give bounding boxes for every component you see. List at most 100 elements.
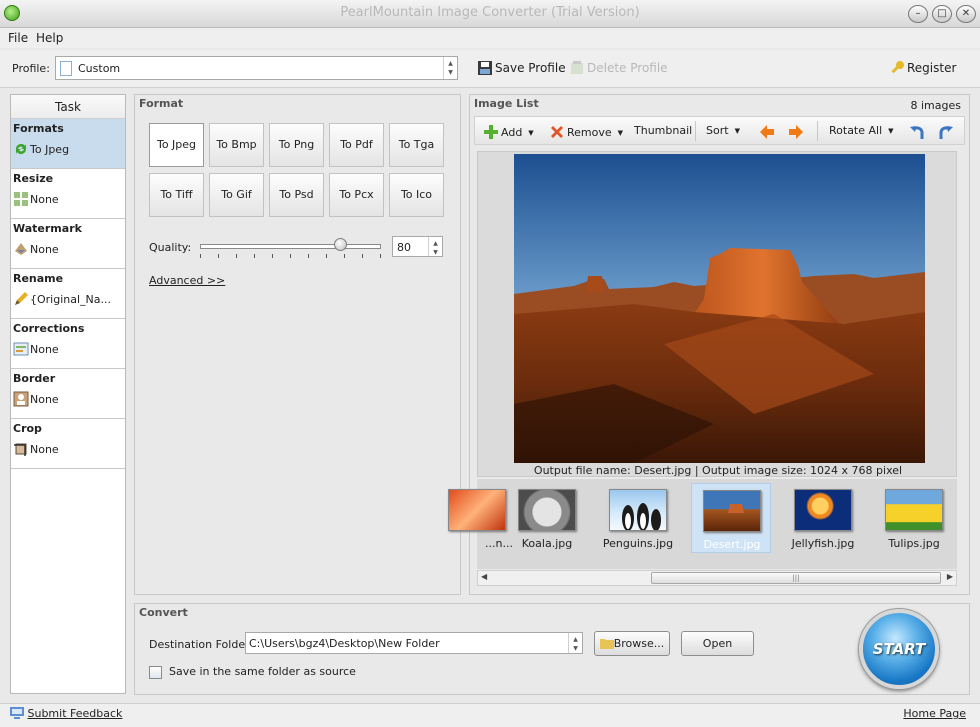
add-button[interactable]: Add ▼ xyxy=(483,124,534,140)
submit-feedback-link[interactable]: Submit Feedback xyxy=(28,707,123,720)
pencil-icon xyxy=(15,292,28,305)
horizontal-scrollbar[interactable]: ◀ ||| ▶ xyxy=(477,570,957,586)
rotate-left-button[interactable] xyxy=(909,124,925,143)
to-tga-button[interactable]: To Tga xyxy=(389,123,444,167)
image-list-panel: Image List 8 images Add ▼ Remove ▼ Thumbna… xyxy=(448,94,970,595)
task-crop[interactable]: Crop None xyxy=(11,419,125,469)
start-button[interactable]: START xyxy=(859,609,939,689)
window-title: PearlMountain Image Converter (Trial Ver… xyxy=(340,5,640,20)
submit-feedback[interactable]: Submit Feedback xyxy=(10,707,122,720)
thumbnail-item-selected[interactable]: Desert.jpg xyxy=(691,483,771,553)
task-name: Resize xyxy=(13,172,54,185)
profile-spin[interactable]: ▲ ▼ xyxy=(443,57,457,79)
advanced-link[interactable]: Advanced >> xyxy=(149,274,225,287)
thumbnail-button[interactable]: Thumbnail xyxy=(634,124,692,137)
save-profile-button[interactable]: Save Profile xyxy=(477,60,566,76)
minimize-button[interactable]: – xyxy=(908,5,928,23)
quality-spin[interactable]: ▲ ▼ xyxy=(428,237,442,256)
task-value: None xyxy=(30,193,59,206)
thumbnail-item[interactable]: Jellyfish.jpg xyxy=(783,483,863,553)
profile-value: Custom xyxy=(78,62,121,75)
task-name: Crop xyxy=(13,422,42,435)
document-icon xyxy=(60,61,72,76)
delete-profile-button[interactable]: Delete Profile xyxy=(569,60,668,76)
home-page[interactable]: Home Page xyxy=(903,707,966,720)
sort-button[interactable]: Sort ▼ xyxy=(706,124,740,137)
same-folder-checkbox[interactable] xyxy=(149,666,162,679)
menu-file[interactable]: File xyxy=(8,31,28,45)
to-pdf-button[interactable]: To Pdf xyxy=(329,123,384,167)
output-caption: Output file name: Desert.jpg | Output im… xyxy=(533,464,903,477)
to-psd-button[interactable]: To Psd xyxy=(269,173,324,217)
to-tiff-button[interactable]: To Tiff xyxy=(149,173,204,217)
thumbnail-item[interactable]: Koala.jpg xyxy=(507,483,587,553)
task-corrections[interactable]: Corrections None xyxy=(11,319,125,369)
task-value: None xyxy=(30,243,59,256)
menu-help[interactable]: Help xyxy=(36,31,63,45)
start-label: START xyxy=(872,640,926,658)
remove-button[interactable]: Remove ▼ xyxy=(549,124,623,140)
task-name: Rename xyxy=(13,272,64,285)
task-border[interactable]: Border None xyxy=(11,369,125,419)
move-left-button[interactable] xyxy=(759,124,775,143)
quality-value: 80 xyxy=(397,241,411,254)
task-header: Task xyxy=(11,95,125,119)
open-button[interactable]: Open xyxy=(681,631,754,656)
task-watermark[interactable]: Watermark None xyxy=(11,219,125,269)
quality-input[interactable]: 80 ▲ ▼ xyxy=(392,236,443,257)
home-page-link[interactable]: Home Page xyxy=(903,707,966,720)
profile-select[interactable]: Custom ▲ ▼ xyxy=(55,56,458,80)
browse-label: Browse... xyxy=(613,637,665,650)
chevron-down-icon: ▼ xyxy=(888,127,894,135)
title-bar: PearlMountain Image Converter (Trial Ver… xyxy=(0,0,980,28)
quality-slider-thumb[interactable] xyxy=(334,238,347,251)
browse-button[interactable]: Browse... xyxy=(594,631,670,656)
quality-slider-track[interactable] xyxy=(200,244,381,249)
register-button[interactable]: Register xyxy=(889,60,956,76)
to-ico-button[interactable]: To Ico xyxy=(389,173,444,217)
destination-dropdown[interactable]: ▲ ▼ xyxy=(568,633,582,653)
thumbnail-strip: ...n... Koala.jpg Penguins.jpg Desert.jp… xyxy=(448,479,957,569)
task-formats[interactable]: Formats To Jpeg xyxy=(11,119,125,169)
thumbnail-image xyxy=(448,489,506,531)
delete-profile-label: Delete Profile xyxy=(587,61,668,75)
destination-folder-input[interactable]: C:\Users\bgz4\Desktop\New Folder ▲ ▼ xyxy=(245,632,583,654)
remove-label: Remove xyxy=(567,126,612,139)
image-list-toolbar: Add ▼ Remove ▼ Thumbnail Sort ▼ Rotate All ▼ xyxy=(474,116,965,145)
menu-bar: File Help xyxy=(0,28,980,48)
feedback-icon xyxy=(10,707,24,719)
thumbnail-item[interactable]: Tulips.jpg xyxy=(874,483,954,553)
arrow-right-icon xyxy=(789,125,803,139)
task-value: None xyxy=(30,393,59,406)
scroll-right-icon[interactable]: ▶ xyxy=(947,572,953,581)
status-bar: Submit Feedback Home Page xyxy=(0,703,980,727)
thumbnail-item[interactable]: ...n... xyxy=(437,483,517,553)
scrollbar-thumb[interactable]: ||| xyxy=(651,572,941,584)
task-rename[interactable]: Rename {Original_Na... xyxy=(11,269,125,319)
maximize-button[interactable]: □ xyxy=(932,5,952,23)
task-name: Corrections xyxy=(13,322,85,335)
to-gif-button[interactable]: To Gif xyxy=(209,173,264,217)
remove-icon xyxy=(551,126,563,138)
thumbnail-item[interactable]: Penguins.jpg xyxy=(598,483,678,553)
task-resize[interactable]: Resize None xyxy=(11,169,125,219)
to-png-button[interactable]: To Png xyxy=(269,123,324,167)
folder-icon xyxy=(599,639,614,649)
close-button[interactable]: ✕ xyxy=(956,5,976,23)
scroll-left-icon[interactable]: ◀ xyxy=(481,572,487,581)
move-right-button[interactable] xyxy=(788,124,804,143)
to-jpeg-button[interactable]: To Jpeg xyxy=(149,123,204,167)
toolbar-separator xyxy=(695,121,696,141)
thumbnail-image xyxy=(885,489,943,531)
task-name: Watermark xyxy=(13,222,82,235)
to-bmp-button[interactable]: To Bmp xyxy=(209,123,264,167)
task-value: {Original_Na... xyxy=(30,293,112,306)
thumbnail-label: Jellyfish.jpg xyxy=(791,537,855,550)
desert-photo xyxy=(514,154,925,463)
corrections-icon xyxy=(13,342,29,356)
main-toolbar: Profile: Custom ▲ ▼ Save Profile Delete P… xyxy=(0,50,980,88)
to-pcx-button[interactable]: To Pcx xyxy=(329,173,384,217)
rotate-all-button[interactable]: Rotate All ▼ xyxy=(829,124,894,137)
slider-ticks xyxy=(200,254,381,258)
rotate-right-button[interactable] xyxy=(938,124,954,143)
